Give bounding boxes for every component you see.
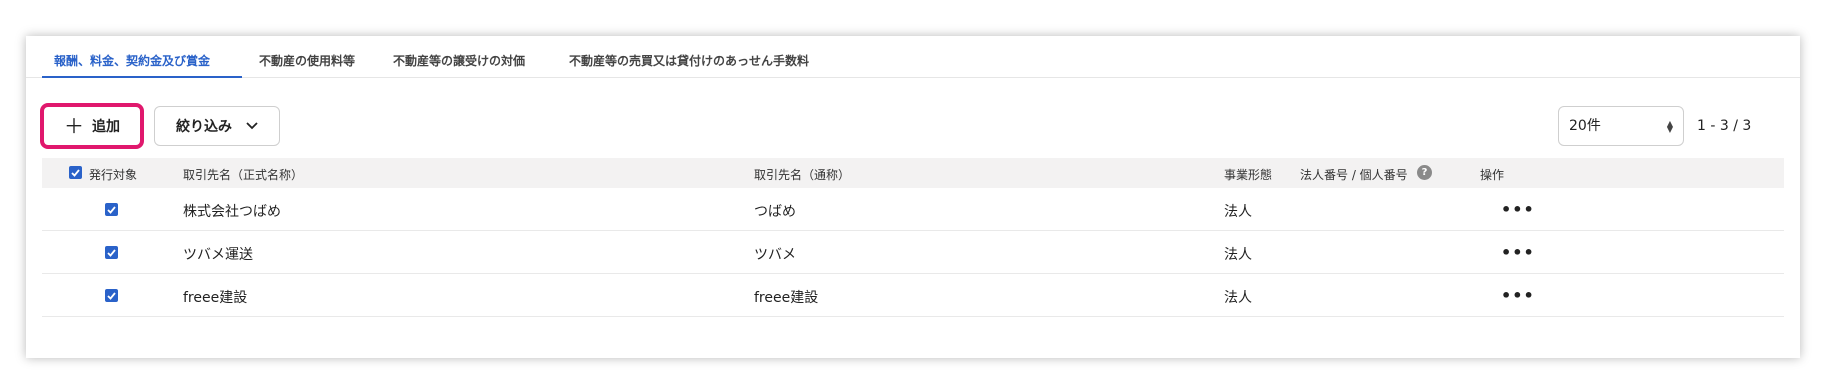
- common-name-cell: つばめ: [754, 204, 796, 220]
- common-name-cell: ツバメ: [754, 247, 796, 263]
- header-official-name: 取引先名（正式名称）: [183, 168, 304, 182]
- add-button[interactable]: ＋ 追加: [40, 103, 144, 149]
- select-arrows-icon: ▲ ▼: [1666, 119, 1673, 134]
- row-checkbox[interactable]: [105, 289, 118, 302]
- tab-real-estate-brokerage[interactable]: 不動産等の売買又は貸付けのあっせん手数料: [569, 52, 809, 78]
- tab-bar: 報酬、料金、契約金及び賞金 不動産の使用料等 不動産等の譲受けの対価 不動産等の…: [26, 52, 1800, 78]
- header-issue-target: 発行対象: [89, 168, 138, 182]
- header-corporate-number: 法人番号 / 個人番号: [1300, 168, 1408, 182]
- chevron-down-icon: [246, 122, 258, 130]
- header-business-type: 事業形態: [1224, 168, 1273, 182]
- more-horizontal-icon[interactable]: •••: [1501, 200, 1535, 219]
- table-header: 発行対象 取引先名（正式名称） 取引先名（通称） 事業形態 法人番号 / 個人番…: [42, 158, 1784, 188]
- per-page-select[interactable]: 20件 ▲ ▼: [1558, 106, 1684, 146]
- common-name-cell: freee建設: [754, 290, 819, 306]
- table-row: ツバメ運送 ツバメ 法人 •••: [42, 231, 1784, 274]
- business-type-cell: 法人: [1224, 290, 1252, 306]
- table-row: 株式会社つばめ つばめ 法人 •••: [42, 188, 1784, 231]
- add-button-label: 追加: [92, 119, 120, 135]
- row-checkbox[interactable]: [105, 203, 118, 216]
- more-horizontal-icon[interactable]: •••: [1501, 243, 1535, 262]
- pagination-info: 1 - 3 / 3: [1697, 118, 1752, 134]
- filter-button-label: 絞り込み: [176, 119, 232, 135]
- more-horizontal-icon[interactable]: •••: [1501, 286, 1535, 305]
- select-all-checkbox[interactable]: [69, 166, 82, 179]
- tab-real-estate-transfer[interactable]: 不動産等の譲受けの対価: [393, 52, 525, 78]
- tab-real-estate-rent[interactable]: 不動産の使用料等: [259, 52, 355, 78]
- official-name-cell: ツバメ運送: [183, 247, 253, 263]
- per-page-value: 20件: [1569, 118, 1601, 134]
- header-actions: 操作: [1480, 168, 1505, 182]
- business-type-cell: 法人: [1224, 204, 1252, 220]
- header-common-name: 取引先名（通称）: [754, 168, 851, 182]
- filter-button[interactable]: 絞り込み: [154, 106, 280, 146]
- plus-icon: ＋: [64, 114, 84, 138]
- table-row: freee建設 freee建設 法人 •••: [42, 274, 1784, 317]
- business-type-cell: 法人: [1224, 247, 1252, 263]
- content-panel: 報酬、料金、契約金及び賞金 不動産の使用料等 不動産等の譲受けの対価 不動産等の…: [26, 36, 1800, 358]
- tab-fees[interactable]: 報酬、料金、契約金及び賞金: [42, 52, 242, 78]
- official-name-cell: 株式会社つばめ: [183, 204, 281, 220]
- row-checkbox[interactable]: [105, 246, 118, 259]
- help-icon[interactable]: ?: [1417, 165, 1432, 180]
- official-name-cell: freee建設: [183, 290, 248, 306]
